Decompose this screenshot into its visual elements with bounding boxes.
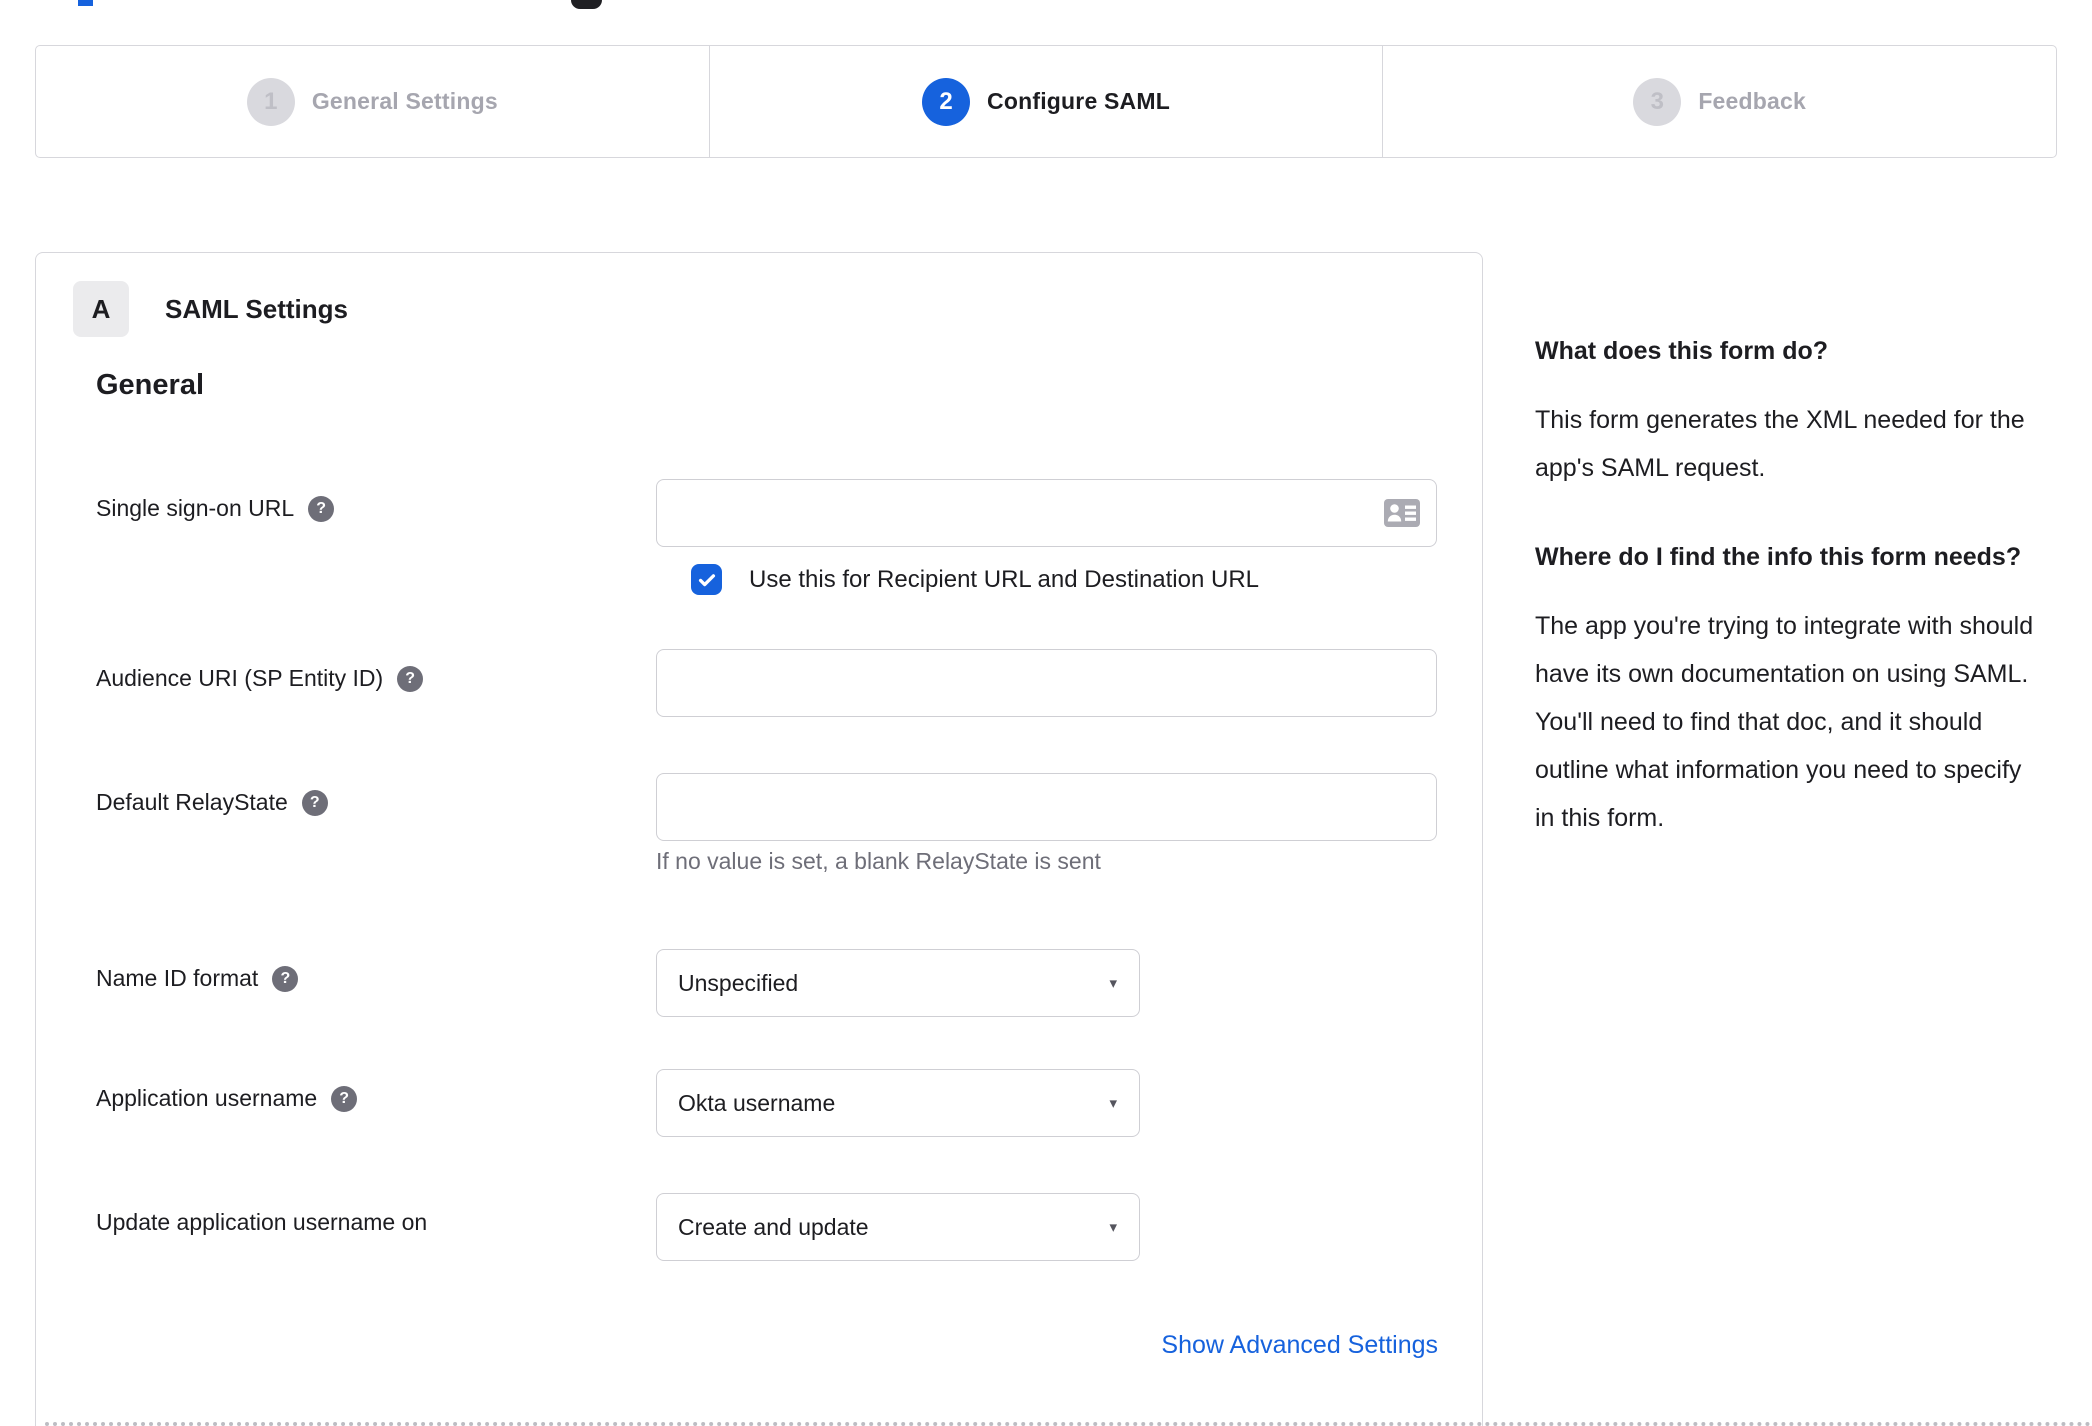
step-3-badge: 3 — [1633, 77, 1682, 126]
wizard-stepper: 1 General Settings 2 Configure SAML 3 Fe… — [35, 45, 2057, 158]
name-id-format-value: Unspecified — [678, 969, 799, 996]
sso-url-label: Single sign-on URL — [96, 495, 295, 521]
name-id-format-label: Name ID format — [96, 965, 259, 991]
help-body-1: This form generates the XML needed for t… — [1535, 406, 2025, 482]
step-feedback[interactable]: 3 Feedback — [1382, 46, 2056, 157]
chevron-down-icon: ▾ — [1109, 975, 1117, 992]
default-relaystate-help-icon[interactable]: ? — [301, 789, 328, 816]
step-1-label: General Settings — [311, 88, 498, 114]
sso-url-help-icon[interactable]: ? — [308, 495, 335, 522]
checkmark-icon — [698, 573, 715, 586]
application-username-label: Application username — [96, 1085, 318, 1111]
recipient-url-checkbox-label: Use this for Recipient URL and Destinati… — [749, 565, 1260, 593]
audience-uri-help-icon[interactable]: ? — [397, 665, 424, 692]
default-relaystate-label: Default RelayState — [96, 789, 288, 815]
step-3-label: Feedback — [1698, 88, 1807, 114]
update-app-username-label: Update application username on — [96, 1209, 428, 1235]
panel-title: SAML Settings — [165, 293, 348, 324]
bottom-dashed-divider — [45, 1422, 2092, 1426]
help-panel: What does this form do? This form genera… — [1535, 330, 2035, 842]
logo-fragment — [78, 0, 93, 6]
relaystate-hint: If no value is set, a blank RelayState i… — [656, 848, 1101, 874]
update-app-username-select[interactable]: Create and update ▾ — [656, 1193, 1140, 1261]
help-heading-1: What does this form do? — [1535, 337, 1829, 365]
help-heading-2: Where do I find the info this form needs… — [1535, 543, 2022, 571]
application-username-select[interactable]: Okta username ▾ — [656, 1069, 1140, 1137]
step-configure-saml[interactable]: 2 Configure SAML — [708, 46, 1383, 157]
help-body-2: The app you're trying to integrate with … — [1535, 612, 2034, 832]
update-app-username-value: Create and update — [678, 1213, 869, 1240]
step-2-label: Configure SAML — [987, 88, 1170, 114]
show-advanced-settings-link[interactable]: Show Advanced Settings — [656, 1331, 1438, 1360]
step-2-badge: 2 — [922, 77, 971, 126]
application-username-value: Okta username — [678, 1089, 836, 1116]
application-username-help-icon[interactable]: ? — [331, 1085, 358, 1112]
recipient-url-checkbox[interactable] — [691, 564, 722, 595]
step-1-badge: 1 — [246, 77, 295, 126]
name-id-format-help-icon[interactable]: ? — [272, 965, 299, 992]
section-a-badge: A — [73, 281, 129, 337]
chevron-down-icon: ▾ — [1109, 1095, 1117, 1112]
step-general-settings[interactable]: 1 General Settings — [36, 46, 709, 157]
app-icon-fragment — [571, 0, 602, 9]
audience-uri-label: Audience URI (SP Entity ID) — [96, 665, 384, 691]
default-relaystate-input[interactable] — [656, 773, 1437, 841]
contact-card-icon — [1384, 499, 1420, 527]
chevron-down-icon: ▾ — [1109, 1219, 1117, 1236]
general-heading: General — [96, 369, 204, 401]
name-id-format-select[interactable]: Unspecified ▾ — [656, 949, 1140, 1017]
sso-url-input[interactable] — [656, 479, 1437, 547]
audience-uri-input[interactable] — [656, 649, 1437, 717]
saml-settings-panel: A SAML Settings General Single sign-on U… — [35, 252, 1483, 1426]
